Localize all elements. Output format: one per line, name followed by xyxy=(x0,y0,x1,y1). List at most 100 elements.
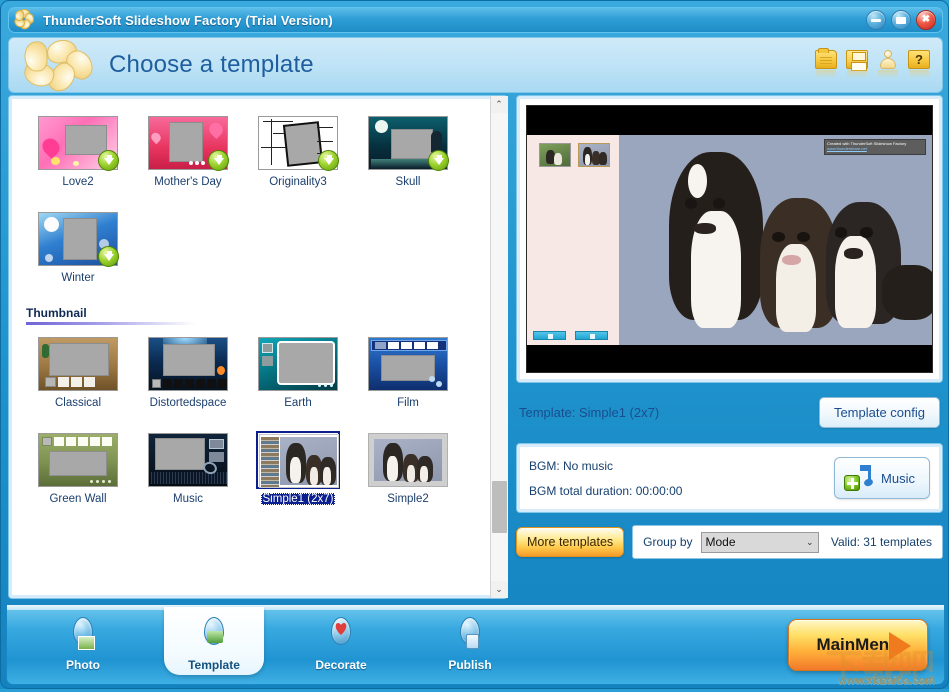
minimize-button[interactable] xyxy=(866,10,886,30)
stage-content: Created with ThunderSoft Slideshow Facto… xyxy=(527,135,932,345)
template-thumbnail xyxy=(36,210,120,268)
group-by-label: Group by xyxy=(643,535,693,549)
nav-item-publish[interactable]: Publish xyxy=(422,617,518,672)
template-thumbnail xyxy=(36,335,120,393)
template-item-distortedspace[interactable]: Distortedspace xyxy=(133,335,243,409)
template-label: Winter xyxy=(61,272,95,284)
valid-templates-count: Valid: 31 templates xyxy=(830,535,932,549)
template-label: Originality3 xyxy=(269,176,327,188)
preview-box: Created with ThunderSoft Slideshow Facto… xyxy=(516,95,943,383)
scrollbar-track[interactable] xyxy=(490,113,508,581)
template-label: Film xyxy=(397,397,419,409)
template-item-green-wall[interactable]: Green Wall xyxy=(23,431,133,505)
photo-icon xyxy=(66,617,100,657)
group-by-select[interactable]: Mode ⌄ xyxy=(700,531,819,553)
app-logo-icon xyxy=(12,8,36,32)
template-row: Classical Distortedspace Earth Film xyxy=(23,335,486,409)
template-label: Simple2 xyxy=(387,493,429,505)
nav-top-highlight xyxy=(7,605,944,610)
music-button[interactable]: Music xyxy=(834,457,930,499)
title-bar: ThunderSoft Slideshow Factory (Trial Ver… xyxy=(8,7,943,33)
nav-item-template[interactable]: Template xyxy=(166,617,262,672)
close-button[interactable]: ✖ xyxy=(916,10,936,30)
preview-watermark-line2: www.thundershare.net xyxy=(827,146,867,151)
app-flower-logo-icon xyxy=(21,38,98,97)
download-badge-icon xyxy=(98,150,119,171)
nav-label: Publish xyxy=(448,658,492,672)
template-item-classical[interactable]: Classical xyxy=(23,335,133,409)
template-icon xyxy=(197,617,231,657)
template-item-originality3[interactable]: Originality3 xyxy=(243,114,353,188)
download-badge-icon xyxy=(208,150,229,171)
publish-icon xyxy=(453,617,487,657)
preview-panel: Created with ThunderSoft Slideshow Facto… xyxy=(516,95,943,599)
template-item-music[interactable]: Music xyxy=(133,431,243,505)
help-icon-glyph: ? xyxy=(908,50,930,69)
template-thumbnail xyxy=(146,114,230,172)
content-area: Love2 Mother's Day Originality3 Skull Wi… xyxy=(8,95,943,599)
template-label: Distortedspace xyxy=(149,397,227,409)
template-thumbnail xyxy=(256,431,340,489)
nav-item-decorate[interactable]: Decorate xyxy=(293,617,389,672)
template-item-film[interactable]: Film xyxy=(353,335,463,409)
template-item-mothers-day[interactable]: Mother's Day xyxy=(133,114,243,188)
scroll-down-button[interactable]: ⌄ xyxy=(490,581,508,598)
stage-thumbnail-strip xyxy=(527,135,619,345)
stage-prev-button[interactable] xyxy=(533,331,566,340)
scroll-up-button[interactable]: ⌃ xyxy=(490,96,508,113)
template-thumbnail xyxy=(36,431,120,489)
music-button-label: Music xyxy=(881,470,915,486)
template-info-row: Template: Simple1 (2x7) Template config xyxy=(516,389,943,435)
scrollbar-thumb[interactable] xyxy=(491,481,507,533)
download-badge-icon xyxy=(318,150,339,171)
help-icon[interactable]: ? xyxy=(908,50,930,80)
music-note-icon xyxy=(844,465,874,491)
more-templates-button[interactable]: More templates xyxy=(516,527,625,557)
template-row: Love2 Mother's Day Originality3 Skull xyxy=(23,114,486,188)
template-item-earth[interactable]: Earth xyxy=(243,335,353,409)
template-thumbnail xyxy=(36,114,120,172)
template-row: Green Wall Music Simple1 (2x7) Simple2 xyxy=(23,431,486,505)
window-controls: ✖ xyxy=(866,10,936,30)
template-label: Earth xyxy=(284,397,312,409)
chevron-down-icon: ⌄ xyxy=(495,584,503,594)
page-header: Choose a template ? xyxy=(8,37,943,97)
decorate-icon xyxy=(324,617,358,657)
arrow-right-icon xyxy=(889,632,911,660)
template-label: Love2 xyxy=(62,176,94,188)
template-label: Skull xyxy=(395,176,421,188)
bgm-texts: BGM: No music BGM total duration: 00:00:… xyxy=(529,459,682,498)
template-thumbnail xyxy=(256,335,340,393)
nav-label: Template xyxy=(188,658,240,672)
template-thumbnail xyxy=(366,335,450,393)
download-badge-icon xyxy=(98,246,119,267)
app-window: ThunderSoft Slideshow Factory (Trial Ver… xyxy=(0,0,949,690)
template-list-scrollbar[interactable]: ⌃ ⌄ xyxy=(490,96,508,598)
main-menu-button[interactable]: MainMenu xyxy=(788,619,928,671)
template-item-simple1-2x7[interactable]: Simple1 (2x7) xyxy=(243,431,353,505)
template-item-skull[interactable]: Skull xyxy=(353,114,463,188)
template-item-love2[interactable]: Love2 xyxy=(23,114,133,188)
stage-thumb-1[interactable] xyxy=(539,143,571,167)
open-folder-icon[interactable] xyxy=(815,48,837,80)
chevron-up-icon: ⌃ xyxy=(495,99,503,109)
nav-item-photo[interactable]: Photo xyxy=(35,617,131,672)
group-by-value: Mode xyxy=(705,535,736,549)
selected-template-label: Template: Simple1 (2x7) xyxy=(519,404,660,420)
bgm-box: BGM: No music BGM total duration: 00:00:… xyxy=(516,443,943,513)
page-title: Choose a template xyxy=(109,51,314,78)
save-icon[interactable] xyxy=(846,50,868,80)
stage-next-button[interactable] xyxy=(575,331,608,340)
maximize-restore-button[interactable] xyxy=(891,10,911,30)
user-icon[interactable] xyxy=(877,50,899,80)
template-item-winter[interactable]: Winter xyxy=(23,210,133,284)
template-item-simple2[interactable]: Simple2 xyxy=(353,431,463,505)
section-heading-label: Thumbnail xyxy=(26,306,87,320)
stage-thumb-2[interactable] xyxy=(578,143,610,167)
bgm-duration: BGM total duration: 00:00:00 xyxy=(529,483,683,498)
template-label: Music xyxy=(172,493,204,505)
group-by-bar: Group by Mode ⌄ Valid: 31 templates xyxy=(632,525,943,559)
template-config-button[interactable]: Template config xyxy=(818,396,940,428)
template-thumbnail xyxy=(366,431,450,489)
header-toolbar: ? xyxy=(815,48,930,80)
